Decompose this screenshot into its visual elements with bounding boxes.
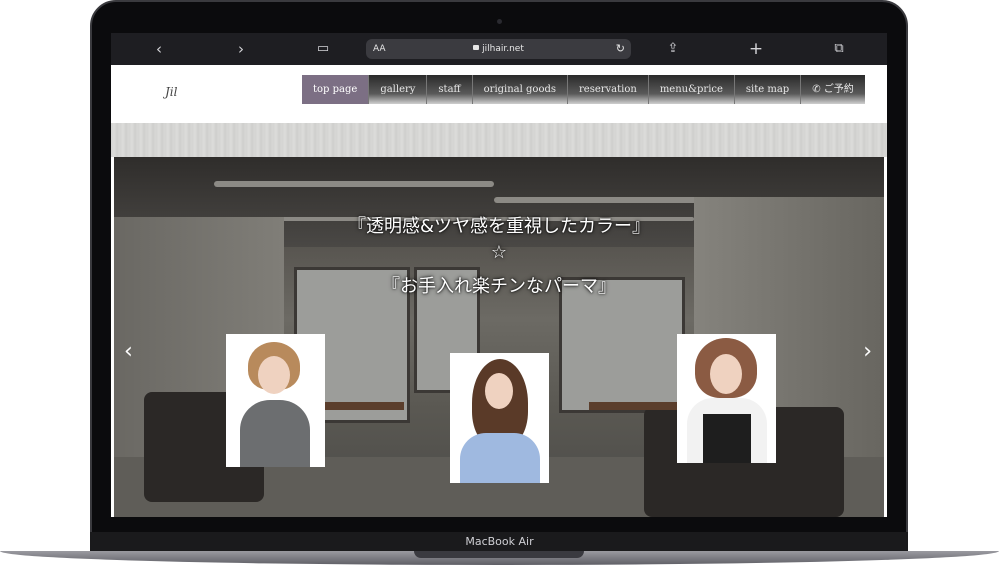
nav-staff[interactable]: staff: [427, 75, 473, 104]
tabs-icon[interactable]: ⧉: [827, 39, 851, 59]
model-photo-short-hair[interactable]: [226, 334, 325, 467]
nav-reservation[interactable]: reservation: [568, 75, 649, 104]
lock-icon: [473, 45, 480, 50]
book-icon[interactable]: ▭: [311, 39, 335, 59]
nav-top-page[interactable]: top page: [302, 75, 370, 104]
site-logo[interactable]: Jil: [165, 85, 178, 99]
model-label: MacBook Air: [465, 535, 534, 548]
address-bar[interactable]: AA jilhair.net ↻: [366, 39, 631, 59]
chevron-left-icon[interactable]: ‹: [147, 39, 171, 59]
model-photo-long-hair[interactable]: [450, 353, 549, 483]
reload-icon[interactable]: ↻: [616, 39, 625, 59]
hero-heading-line3: 『お手入れ楽チンなパーマ』: [382, 276, 616, 297]
slider-next-icon[interactable]: ›: [863, 339, 872, 364]
ceiling-duct: [214, 181, 494, 187]
salon-desk: [324, 402, 404, 410]
url-text: jilhair.net: [366, 39, 631, 59]
slider-prev-icon[interactable]: ‹: [124, 339, 133, 364]
salon-desk: [589, 402, 679, 410]
safari-toolbar: ‹ › ▭ AA jilhair.net ↻ ⇪ + ⧉: [111, 33, 887, 65]
share-icon[interactable]: ⇪: [661, 39, 685, 59]
plus-icon[interactable]: +: [744, 39, 768, 59]
phone-icon: ✆: [812, 84, 821, 95]
chevron-right-icon[interactable]: ›: [229, 39, 253, 59]
screen: ‹ › ▭ AA jilhair.net ↻ ⇪ + ⧉ Jil top pag…: [111, 33, 887, 517]
hero-heading-line2: ☆: [490, 242, 508, 263]
model-photo-bob-hair[interactable]: [677, 334, 776, 463]
nav-menu-price[interactable]: menu&price: [649, 75, 735, 104]
nav-gallery[interactable]: gallery: [369, 75, 428, 104]
hero-slider: 『透明感&ツヤ感を重視したカラー』 ☆ 『お手入れ楽チンなパーマ』 ‹ ›: [114, 157, 884, 517]
texture-band: [111, 123, 887, 157]
laptop-notch: [414, 551, 584, 558]
site-header: Jil top page gallery staff original good…: [111, 65, 887, 123]
hero-heading-line1: 『透明感&ツヤ感を重視したカラー』: [347, 216, 651, 237]
nav-original-goods[interactable]: original goods: [473, 75, 568, 104]
main-nav: top page gallery staff original goods re…: [302, 75, 865, 104]
nav-site-map[interactable]: site map: [735, 75, 802, 104]
camera-dot: [497, 19, 502, 24]
ceiling-duct: [494, 197, 714, 203]
nav-booking[interactable]: ✆ ご予約: [801, 75, 865, 104]
